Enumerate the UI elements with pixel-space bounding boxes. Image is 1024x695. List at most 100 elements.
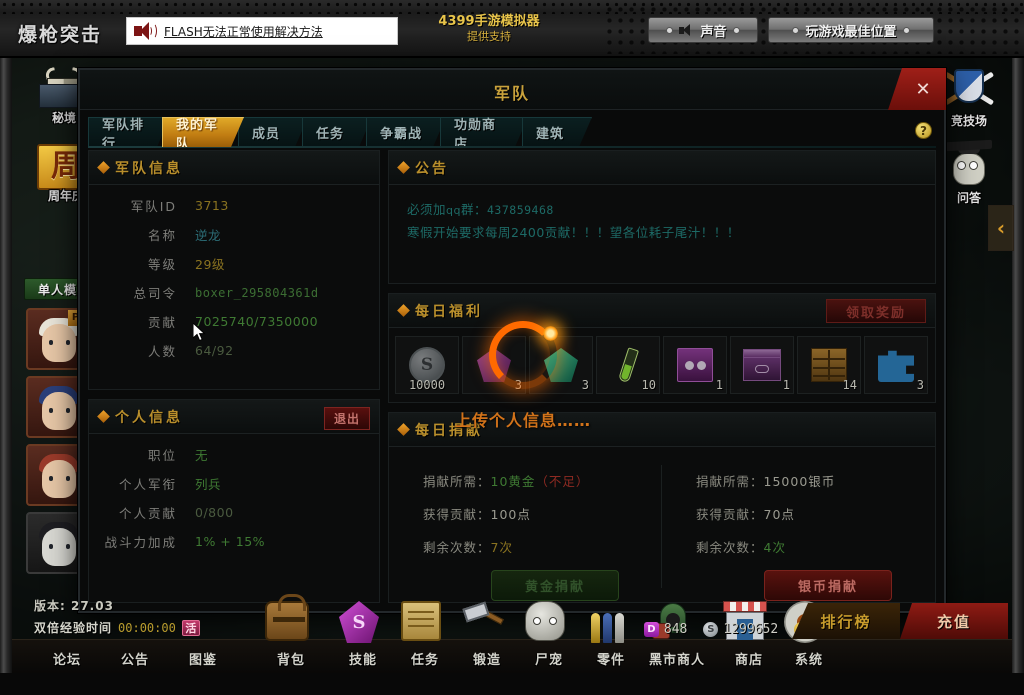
silver-gain-value: 70点 bbox=[763, 507, 795, 522]
player-rail-left bbox=[0, 58, 12, 695]
row-value: 3713 bbox=[195, 198, 229, 213]
menu-item-announcement[interactable]: 公告 bbox=[104, 639, 166, 673]
loading-text: 上传个人信息…… bbox=[455, 411, 592, 430]
player-bottom-strip bbox=[0, 673, 1024, 695]
list-item[interactable]: 14 bbox=[797, 336, 861, 394]
best-position-button[interactable]: 玩游戏最佳位置 bbox=[768, 17, 934, 43]
menu-item-shop[interactable]: 商店 bbox=[718, 639, 780, 673]
flash-notice-link[interactable]: FLASH无法正常使用解决方法 bbox=[164, 23, 323, 40]
menu-item-quest[interactable]: 任务 bbox=[394, 639, 456, 673]
menu-item-backpack[interactable]: 背包 bbox=[260, 639, 322, 673]
menu-item-forum[interactable]: 论坛 bbox=[36, 639, 98, 673]
wooden-crate-icon bbox=[811, 348, 847, 382]
backpack-icon bbox=[260, 594, 314, 643]
table-row: 总司令 boxer_295804361d bbox=[89, 278, 379, 307]
arena-icon bbox=[940, 66, 998, 112]
list-item[interactable]: 3 bbox=[864, 336, 928, 394]
silver-left-value: 4次 bbox=[763, 540, 786, 555]
quit-army-button[interactable]: 退出 bbox=[323, 407, 370, 430]
sidebar-collapse-button[interactable]: ‹ bbox=[988, 205, 1014, 251]
sponsor-line-1: 4399手游模拟器 bbox=[438, 14, 540, 29]
topup-button[interactable]: 充值 bbox=[900, 603, 1008, 639]
item-quantity: 10000 bbox=[408, 378, 446, 392]
list-item[interactable]: 10 bbox=[596, 336, 660, 394]
tab-buildings[interactable]: 建筑 bbox=[522, 117, 592, 147]
sponsor-line-2: 提供支持 bbox=[467, 30, 511, 43]
game-logo: 爆枪突击 bbox=[18, 24, 103, 46]
personal-info-panel: 个人信息 退出 职位 无 个人军衔 列兵 个人贡献 0/800 战斗力加成 1%… bbox=[88, 399, 380, 603]
modal-title: 军队 bbox=[493, 84, 530, 103]
eye-left bbox=[49, 340, 53, 345]
list-item[interactable]: 1 bbox=[730, 336, 794, 394]
row-value: 列兵 bbox=[195, 477, 222, 492]
notice-line-2: 寒假开始要求每周2400贡献！！！望各位耗子尾汁！！！ bbox=[407, 225, 740, 240]
menu-item-system[interactable]: 系统 bbox=[778, 639, 840, 673]
gold-gain-line: 获得贡献：100点 bbox=[423, 504, 662, 523]
table-row: 军队ID 3713 bbox=[89, 191, 379, 220]
eye-right bbox=[66, 340, 70, 345]
sound-button[interactable]: 声音 bbox=[648, 17, 758, 43]
diamond-bullet-icon bbox=[397, 161, 410, 174]
silver-gain-line: 获得贡献：70点 bbox=[696, 504, 935, 523]
row-value: 29级 bbox=[195, 257, 225, 272]
forge-hammer-icon bbox=[456, 597, 510, 643]
menu-item-black-market[interactable]: 黑市商人 bbox=[636, 639, 718, 673]
row-key: 个人军衔 bbox=[118, 477, 177, 492]
left-column: 军队信息 军队ID 3713 名称 逆龙 等级 29级 总司令 boxer_29… bbox=[88, 150, 380, 603]
hot-badge[interactable]: 活 bbox=[181, 619, 200, 636]
face bbox=[42, 324, 76, 362]
mouse-cursor bbox=[193, 323, 207, 343]
table-row: 个人军衔 列兵 bbox=[89, 469, 379, 498]
diamond-bullet-icon bbox=[97, 410, 110, 423]
right-column: 公告 必须加qq群：437859468 寒假开始要求每周2400贡献！！！望各位… bbox=[388, 150, 936, 603]
currency-diamond[interactable]: D 848 bbox=[643, 622, 687, 637]
notice-line-1: 必须加qq群：437859468 bbox=[407, 199, 935, 222]
diamond-bullet-icon bbox=[97, 161, 110, 174]
tab-hegemony-war[interactable]: 争霸战 bbox=[366, 117, 446, 147]
gold-left-label: 剩余次数： bbox=[423, 540, 491, 555]
table-row: 等级 29级 bbox=[89, 249, 379, 278]
list-item[interactable]: S 10000 bbox=[395, 336, 459, 394]
tab-merit-shop[interactable]: 功勋商店 bbox=[440, 117, 528, 147]
eye-left bbox=[49, 544, 53, 549]
row-key: 人数 bbox=[147, 344, 177, 359]
menu-item-parts[interactable]: 零件 bbox=[580, 639, 642, 673]
ranking-button[interactable]: 排行榜 bbox=[792, 603, 900, 639]
tab-members[interactable]: 成员 bbox=[238, 117, 308, 147]
table-row: 职位 无 bbox=[89, 440, 379, 469]
face bbox=[42, 528, 76, 566]
eye-right bbox=[66, 476, 70, 481]
tab-bar: 军队排行 我的军队 成员 任务 争霸战 功勋商店 建筑 bbox=[88, 117, 944, 147]
menu-item-codex[interactable]: 图鉴 bbox=[172, 639, 234, 673]
skill-icon: S bbox=[332, 597, 386, 643]
best-position-label: 玩游戏最佳位置 bbox=[805, 24, 897, 40]
silver-cost-value: 15000银币 bbox=[763, 474, 836, 489]
tab-army-ranking[interactable]: 军队排行 bbox=[88, 117, 170, 147]
double-exp-label: 双倍经验时间 bbox=[34, 621, 113, 635]
eye-left bbox=[49, 408, 53, 413]
item-quantity: 1 bbox=[782, 378, 790, 392]
notice-header: 公告 bbox=[389, 151, 935, 185]
silver-value: 1299652 bbox=[723, 622, 779, 637]
tab-missions[interactable]: 任务 bbox=[302, 117, 372, 147]
menu-item-pet[interactable]: 尸宠 bbox=[518, 639, 580, 673]
close-button[interactable]: ✕ bbox=[888, 68, 946, 110]
row-key: 等级 bbox=[147, 257, 177, 272]
knob-left-icon bbox=[792, 26, 800, 34]
tab-my-army[interactable]: 我的军队 bbox=[162, 117, 244, 147]
claim-reward-button[interactable]: 领取奖励 bbox=[826, 299, 926, 323]
menu-item-skill[interactable]: 技能 bbox=[332, 639, 394, 673]
table-row: 人数 64/92 bbox=[89, 336, 379, 365]
purple-chest-icon bbox=[743, 349, 781, 381]
menu-item-forge[interactable]: 锻造 bbox=[456, 639, 518, 673]
version-label: 版本: 27.03 bbox=[34, 599, 114, 613]
silver-left-line: 剩余次数：4次 bbox=[696, 537, 935, 556]
row-value: boxer_295804361d bbox=[195, 285, 319, 300]
knob-right-icon bbox=[902, 26, 910, 34]
flash-notice-box[interactable]: FLASH无法正常使用解决方法 bbox=[126, 17, 398, 45]
list-item[interactable]: 1 bbox=[663, 336, 727, 394]
army-info-title: 军队信息 bbox=[115, 160, 183, 177]
daily-benefit-title: 每日福利 bbox=[415, 303, 483, 320]
gold-cost-line: 捐献所需：10黄金（不足） bbox=[423, 471, 662, 490]
currency-silver[interactable]: S 1299652 bbox=[703, 622, 778, 637]
